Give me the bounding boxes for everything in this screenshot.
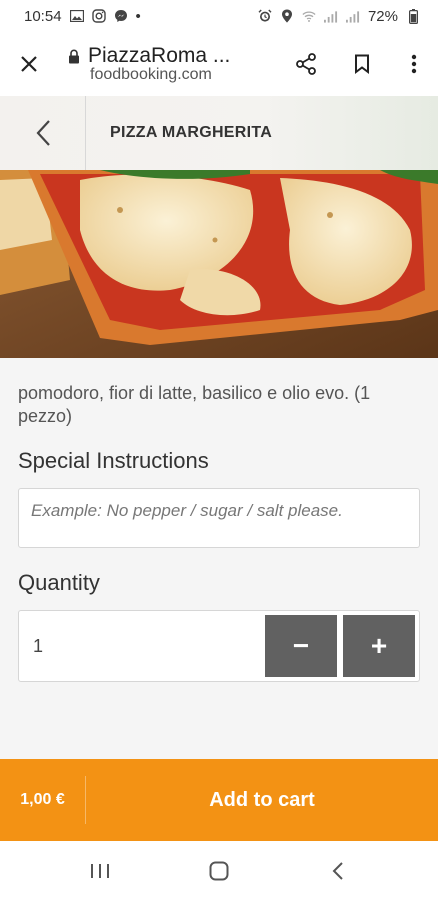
signal-icon xyxy=(323,9,338,23)
recent-apps-button[interactable] xyxy=(70,846,130,896)
more-vertical-icon xyxy=(411,54,417,74)
share-button[interactable] xyxy=(278,32,334,96)
recent-apps-icon xyxy=(90,863,109,878)
chevron-left-icon xyxy=(36,120,50,146)
image-icon xyxy=(69,9,84,23)
back-button[interactable] xyxy=(0,96,86,170)
close-button[interactable] xyxy=(0,32,58,96)
bookmark-icon xyxy=(355,54,369,74)
increase-quantity-button[interactable]: + xyxy=(343,615,415,677)
browser-toolbar: PiazzaRoma ... foodbooking.com xyxy=(0,32,438,96)
product-description: pomodoro, fior di latte, basilico e olio… xyxy=(18,383,371,426)
product-title: PIZZA MARGHERITA xyxy=(110,124,273,141)
decrease-quantity-button[interactable]: − xyxy=(265,615,337,677)
product-header: PIZZA MARGHERITA xyxy=(0,96,438,170)
back-nav-button[interactable] xyxy=(308,846,368,896)
page-title: PiazzaRoma ... xyxy=(88,44,231,67)
battery-icon xyxy=(406,8,420,24)
close-icon xyxy=(21,56,37,72)
quantity-stepper: 1 − + xyxy=(18,610,420,682)
quantity-label: Quantity xyxy=(18,570,100,595)
battery-level: 72% xyxy=(367,7,398,25)
location-icon xyxy=(280,9,294,23)
lock-icon xyxy=(69,48,79,63)
home-icon xyxy=(209,861,229,880)
special-instructions-label: Special Instructions xyxy=(18,448,209,473)
signal-icon xyxy=(345,9,360,23)
status-dot: • xyxy=(135,7,141,25)
product-details: pomodoro, fior di latte, basilico e olio… xyxy=(0,358,438,682)
alarm-icon xyxy=(258,9,272,23)
status-time: 10:54 xyxy=(24,7,62,25)
system-nav-bar xyxy=(0,841,438,900)
home-button[interactable] xyxy=(189,846,249,896)
product-image xyxy=(0,170,438,358)
instagram-icon xyxy=(91,9,106,23)
bookmark-button[interactable] xyxy=(334,32,390,96)
special-instructions-input[interactable]: Example: No pepper / sugar / salt please… xyxy=(18,488,420,548)
add-to-cart-button[interactable]: Add to cart xyxy=(86,789,438,812)
add-to-cart-bar: 1,00 € Add to cart xyxy=(0,759,438,841)
status-bar: 10:54 • 72% xyxy=(0,0,438,32)
share-icon xyxy=(296,53,316,75)
wifi-icon xyxy=(302,9,316,23)
more-options-button[interactable] xyxy=(390,32,438,96)
messenger-icon xyxy=(114,9,128,23)
price-label: 1,00 € xyxy=(0,776,86,824)
quantity-input[interactable]: 1 xyxy=(33,636,265,657)
url-area[interactable]: PiazzaRoma ... foodbooking.com xyxy=(58,44,278,84)
page-domain: foodbooking.com xyxy=(90,66,212,83)
chevron-left-icon xyxy=(332,861,344,880)
